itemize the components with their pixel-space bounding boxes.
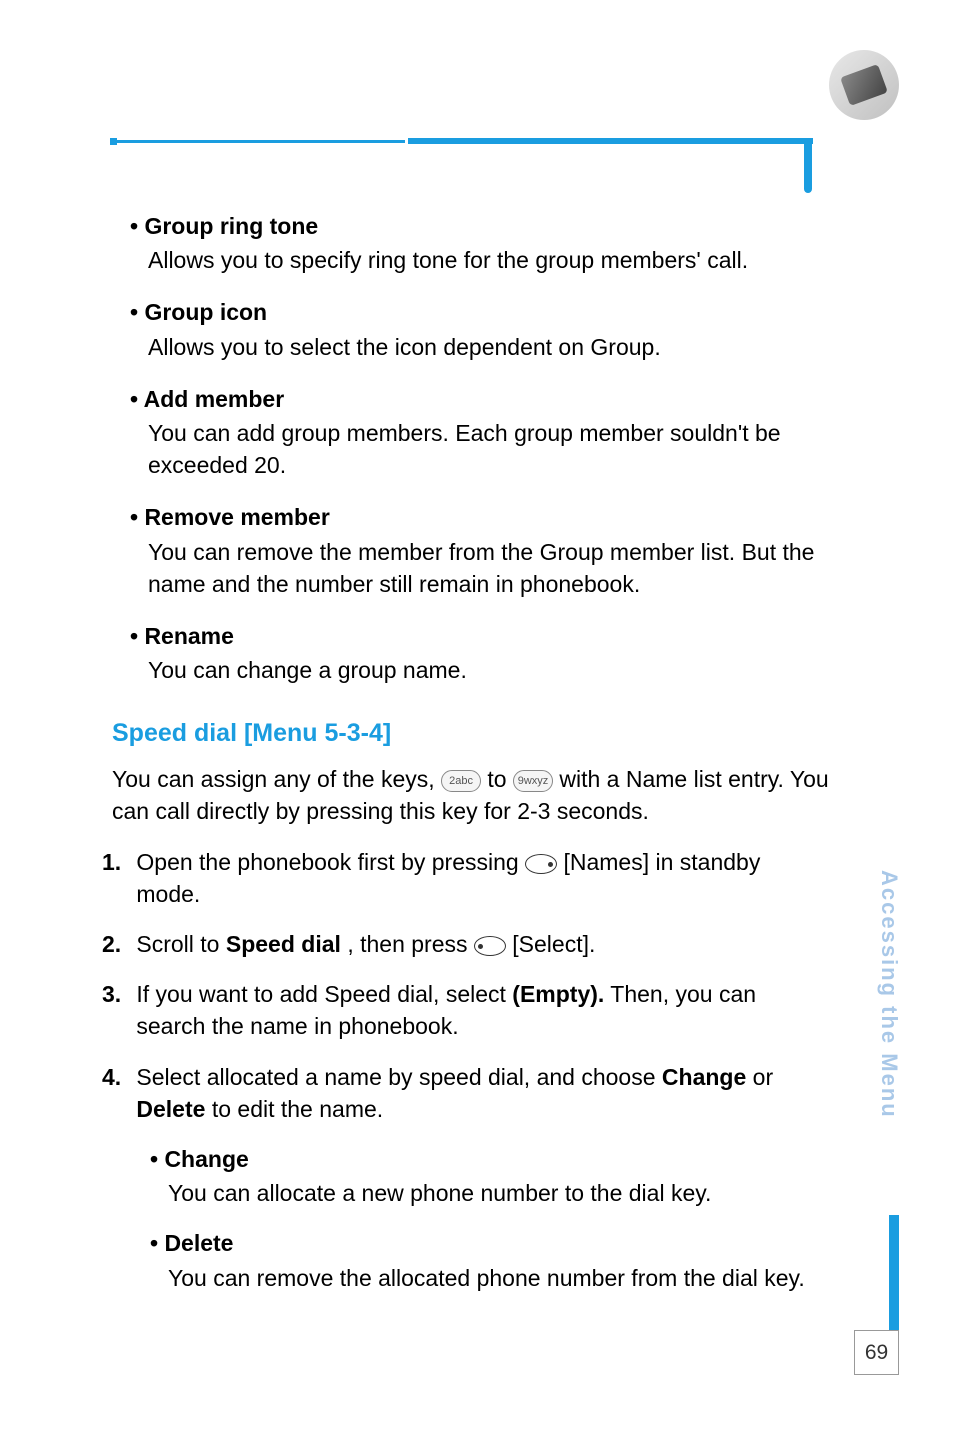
step-body: If you want to add Speed dial, select (E… — [136, 978, 796, 1042]
step-number: 2. — [102, 928, 130, 960]
rule-drop — [804, 138, 812, 193]
bullet-remove-member: • Remove member You can remove the membe… — [130, 501, 854, 600]
page-number: 69 — [854, 1330, 899, 1375]
phone-icon — [829, 50, 899, 120]
step-2: 2. Scroll to Speed dial , then press [Se… — [130, 928, 854, 960]
step-number: 3. — [102, 978, 130, 1010]
page-header — [0, 0, 954, 150]
step-text: to edit the name. — [212, 1096, 383, 1122]
step-body: Scroll to Speed dial , then press [Selec… — [136, 928, 796, 960]
bullet-rename: • Rename You can change a group name. — [130, 620, 854, 686]
step-text: Scroll to — [136, 931, 225, 957]
step-text: Select allocated a name by speed dial, a… — [136, 1064, 662, 1090]
subbullet-title: • Change — [150, 1143, 854, 1175]
step-bold: Delete — [136, 1096, 205, 1122]
step-text: Open the phonebook first by pressing — [136, 849, 525, 875]
step-3: 3. If you want to add Speed dial, select… — [130, 978, 854, 1042]
bullet-title: • Remove member — [130, 501, 854, 533]
left-softkey-icon — [474, 936, 506, 956]
step-bold: Change — [662, 1064, 746, 1090]
step-number: 1. — [102, 846, 130, 878]
step-text: , then press — [347, 931, 474, 957]
bullet-body: You can add group members. Each group me… — [148, 417, 854, 481]
step-1: 1. Open the phonebook first by pressing … — [130, 846, 854, 910]
step-body: Select allocated a name by speed dial, a… — [136, 1061, 796, 1125]
intro-text-pre: You can assign any of the keys, — [112, 766, 441, 792]
bullet-add-member: • Add member You can add group members. … — [130, 383, 854, 482]
step-4: 4. Select allocated a name by speed dial… — [130, 1061, 854, 1125]
subbullet-change: • Change You can allocate a new phone nu… — [130, 1143, 854, 1209]
bullet-title: • Group icon — [130, 296, 854, 328]
bullet-title: • Add member — [130, 383, 854, 415]
intro-text-mid: to — [487, 766, 513, 792]
subbullet-title: • Delete — [150, 1227, 854, 1259]
step-text: or — [753, 1064, 773, 1090]
phone-icon-inner — [840, 64, 888, 106]
subbullet-body: You can remove the allocated phone numbe… — [168, 1262, 854, 1294]
section-intro: You can assign any of the keys, 2abc to … — [112, 763, 854, 827]
rule-thick — [408, 138, 813, 144]
key-9-icon: 9wxyz — [513, 770, 553, 792]
bullet-body: Allows you to specify ring tone for the … — [148, 244, 854, 276]
bullet-group-icon: • Group icon Allows you to select the ic… — [130, 296, 854, 362]
step-text: [Select]. — [512, 931, 595, 957]
step-body: Open the phonebook first by pressing [Na… — [136, 846, 796, 910]
bullet-body: Allows you to select the icon dependent … — [148, 331, 854, 363]
step-bold: Speed dial — [226, 931, 341, 957]
bullet-group-ring-tone: • Group ring tone Allows you to specify … — [130, 210, 854, 276]
step-bold: (Empty). — [512, 981, 604, 1007]
sidebar-label: Accessing the Menu — [876, 870, 902, 1119]
subbullet-body: You can allocate a new phone number to t… — [168, 1177, 854, 1209]
page-accent-bar — [889, 1215, 899, 1330]
bullet-title: • Rename — [130, 620, 854, 652]
step-number: 4. — [102, 1061, 130, 1093]
subbullet-delete: • Delete You can remove the allocated ph… — [130, 1227, 854, 1293]
bullet-title: • Group ring tone — [130, 210, 854, 242]
page-content: • Group ring tone Allows you to specify … — [0, 150, 954, 1294]
bullet-body: You can remove the member from the Group… — [148, 536, 854, 600]
right-softkey-icon — [525, 854, 557, 874]
key-2-icon: 2abc — [441, 770, 481, 792]
bullet-body: You can change a group name. — [148, 654, 854, 686]
section-speed-dial-title: Speed dial [Menu 5-3-4] — [112, 716, 854, 751]
step-text: If you want to add Speed dial, select — [136, 981, 512, 1007]
rule-thin — [115, 140, 405, 143]
